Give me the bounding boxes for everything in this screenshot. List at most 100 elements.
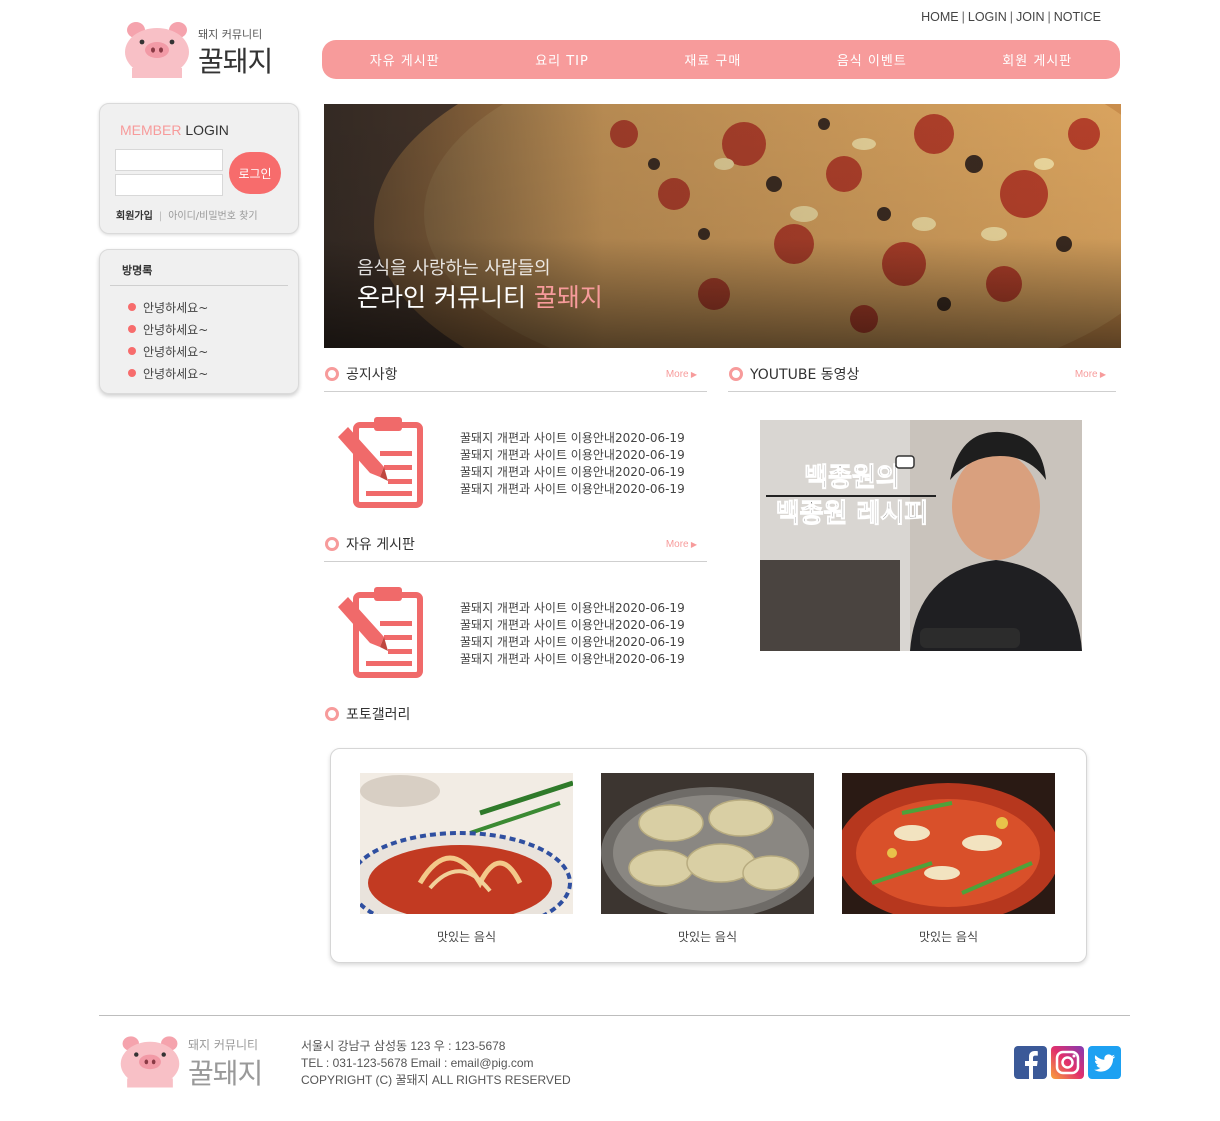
free-board-row[interactable]: 꿀돼지 개편과 사이트 이용안내2020-06-19	[460, 617, 685, 634]
home-link[interactable]: HOME	[921, 10, 959, 24]
nav-member-board[interactable]: 회원 게시판	[1002, 50, 1072, 69]
footer-logo-subtitle: 돼지 커뮤니티	[188, 1038, 259, 1052]
notice-more-link[interactable]: More	[666, 369, 697, 380]
divider: |	[158, 211, 163, 222]
youtube-header: YOUTUBE 동영상 More	[728, 362, 1116, 392]
clipboard-pencil-icon	[338, 417, 423, 508]
guestbook-title: 방명록	[122, 264, 153, 277]
footer-logo-title: 꿀돼지	[188, 1057, 263, 1090]
find-account-link[interactable]: 아이디/비밀번호 찾기	[168, 211, 257, 222]
nav-ingredient-shop[interactable]: 재료 구매	[684, 50, 741, 69]
footer-info: 서울시 강남구 삼성동 123 우 : 123-5678 TEL : 031-1…	[301, 1038, 571, 1089]
photo-gallery: 맛있는 음식 맛있는 음식 맛있는 음식	[330, 748, 1087, 963]
gallery-header: 포토갤러리	[324, 702, 624, 732]
circle-icon	[325, 707, 339, 721]
gallery-caption: 맛있는 음식	[436, 930, 496, 944]
free-board-header: 자유 게시판 More	[324, 532, 707, 562]
notice-list: 꿀돼지 개편과 사이트 이용안내2020-06-19 꿀돼지 개편과 사이트 이…	[460, 430, 685, 498]
clipboard-pencil-icon	[338, 587, 423, 678]
thumbnail-text-line2: 백종원 레시피	[776, 499, 929, 529]
guestbook-item-text: 안녕하세요~	[143, 344, 209, 359]
guestbook-item[interactable]: 안녕하세요~	[128, 340, 208, 362]
nav-food-event[interactable]: 음식 이벤트	[837, 50, 907, 69]
gallery-item[interactable]: 맛있는 음식	[842, 773, 1055, 945]
login-button[interactable]: 로그인	[229, 152, 281, 194]
username-input[interactable]	[115, 149, 223, 171]
join-link[interactable]: JOIN	[1016, 10, 1044, 24]
video-thumbnail-image: 백종원의 백종원 레시피	[760, 420, 1082, 651]
notice-title: 공지사항	[346, 367, 398, 383]
dumpling-photo	[601, 773, 814, 914]
divider: |	[961, 10, 965, 24]
guestbook-item[interactable]: 안녕하세요~	[128, 296, 208, 318]
stew-photo	[842, 773, 1055, 914]
guestbook-panel: 방명록 안녕하세요~ 안녕하세요~ 안녕하세요~ 안녕하세요~	[99, 249, 299, 394]
password-input[interactable]	[115, 174, 223, 196]
guestbook-list: 안녕하세요~ 안녕하세요~ 안녕하세요~ 안녕하세요~	[128, 296, 208, 384]
login-link[interactable]: LOGIN	[968, 10, 1007, 24]
free-board-row[interactable]: 꿀돼지 개편과 사이트 이용안내2020-06-19	[460, 600, 685, 617]
gallery-caption: 맛있는 음식	[677, 930, 737, 944]
notice-row[interactable]: 꿀돼지 개편과 사이트 이용안내2020-06-19	[460, 447, 685, 464]
bullet-icon	[128, 325, 136, 333]
login-title-accent: MEMBER	[120, 122, 182, 138]
noodle-photo	[360, 773, 573, 914]
site-logo[interactable]: 돼지 커뮤니티 꿀돼지	[122, 18, 292, 80]
login-title-main: LOGIN	[185, 122, 229, 138]
thumbnail-text-line1: 백종원의	[804, 463, 900, 493]
gallery-item[interactable]: 맛있는 음식	[601, 773, 814, 945]
hero-title-text: 온라인 커뮤니티	[357, 283, 534, 312]
footer-address: 서울시 강남구 삼성동 123 우 : 123-5678	[301, 1039, 506, 1053]
youtube-title: YOUTUBE 동영상	[750, 367, 860, 383]
guestbook-item[interactable]: 안녕하세요~	[128, 362, 208, 384]
login-links: 회원가입 | 아이디/비밀번호 찾기	[116, 207, 258, 222]
gallery-title: 포토갤러리	[346, 707, 411, 723]
top-links: HOME | LOGIN | JOIN | NOTICE	[921, 10, 1101, 24]
logo-title: 꿀돼지	[198, 45, 273, 78]
footer-logo[interactable]: 돼지 커뮤니티 꿀돼지	[118, 1032, 288, 1092]
login-title: MEMBER LOGIN	[120, 122, 229, 138]
free-board-row[interactable]: 꿀돼지 개편과 사이트 이용안내2020-06-19	[460, 651, 685, 668]
guestbook-item-text: 안녕하세요~	[143, 300, 209, 315]
guestbook-item-text: 안녕하세요~	[143, 322, 209, 337]
signup-link[interactable]: 회원가입	[116, 211, 153, 222]
circle-icon	[325, 367, 339, 381]
youtube-video-thumbnail[interactable]: 백종원의 백종원 레시피	[760, 420, 1082, 651]
nav-free-board[interactable]: 자유 게시판	[370, 50, 440, 69]
instagram-icon[interactable]	[1051, 1046, 1084, 1079]
gallery-item[interactable]: 맛있는 음식	[360, 773, 573, 945]
nav-cooking-tip[interactable]: 요리 TIP	[535, 50, 589, 69]
hero-title-brand: 꿀돼지	[533, 283, 603, 312]
hero-banner: 음식을 사랑하는 사람들의 온라인 커뮤니티 꿀돼지	[324, 104, 1121, 348]
guestbook-item-text: 안녕하세요~	[143, 366, 209, 381]
bullet-icon	[128, 369, 136, 377]
youtube-more-link[interactable]: More	[1075, 369, 1106, 380]
notice-header: 공지사항 More	[324, 362, 707, 392]
notice-link[interactable]: NOTICE	[1054, 10, 1101, 24]
notice-row[interactable]: 꿀돼지 개편과 사이트 이용안내2020-06-19	[460, 430, 685, 447]
footer-copyright: COPYRIGHT (C) 꿀돼지 ALL RIGHTS RESERVED	[301, 1073, 571, 1087]
guestbook-item[interactable]: 안녕하세요~	[128, 318, 208, 340]
divider	[110, 285, 288, 286]
twitter-icon[interactable]	[1088, 1046, 1121, 1079]
free-board-row[interactable]: 꿀돼지 개편과 사이트 이용안내2020-06-19	[460, 634, 685, 651]
social-links	[1014, 1046, 1121, 1079]
hero-title: 온라인 커뮤니티 꿀돼지	[357, 278, 603, 314]
free-board-list: 꿀돼지 개편과 사이트 이용안내2020-06-19 꿀돼지 개편과 사이트 이…	[460, 600, 685, 668]
main-nav: 자유 게시판 요리 TIP 재료 구매 음식 이벤트 회원 게시판	[322, 40, 1120, 79]
free-board-title: 자유 게시판	[346, 537, 415, 553]
pig-logo-icon	[125, 22, 189, 78]
facebook-icon[interactable]	[1014, 1046, 1047, 1079]
notice-row[interactable]: 꿀돼지 개편과 사이트 이용안내2020-06-19	[460, 464, 685, 481]
footer-divider	[99, 1015, 1130, 1016]
pig-logo-icon	[120, 1036, 180, 1088]
free-board-more-link[interactable]: More	[666, 539, 697, 550]
circle-icon	[325, 537, 339, 551]
divider: |	[1009, 10, 1014, 24]
hero-subtitle: 음식을 사랑하는 사람들의	[357, 258, 551, 279]
notice-row[interactable]: 꿀돼지 개편과 사이트 이용안내2020-06-19	[460, 481, 685, 498]
footer-contact: TEL : 031-123-5678 Email : email@pig.com	[301, 1056, 534, 1070]
bullet-icon	[128, 303, 136, 311]
divider: |	[1047, 10, 1051, 24]
circle-icon	[729, 367, 743, 381]
